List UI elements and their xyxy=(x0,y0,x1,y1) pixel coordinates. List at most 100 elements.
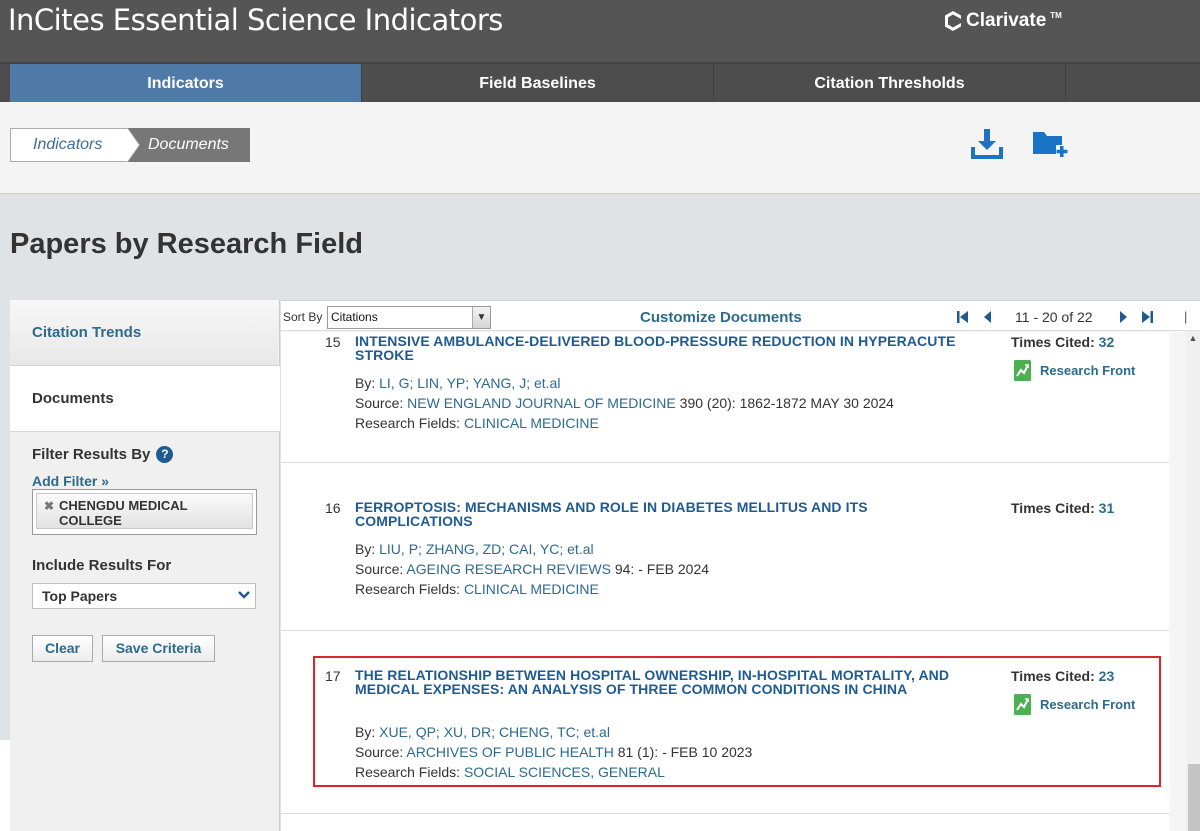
filter-results-label: Filter Results By ? xyxy=(32,446,174,463)
document-source: Source: AGEING RESEARCH REVIEWS 94: - FE… xyxy=(355,561,709,577)
clarivate-logo-icon xyxy=(945,11,961,31)
download-icon[interactable] xyxy=(968,127,1006,161)
more-authors-link[interactable]: et.al xyxy=(534,375,560,391)
document-title[interactable]: INTENSIVE AMBULANCE-DELIVERED BLOOD-PRES… xyxy=(355,334,985,362)
by-label: By: xyxy=(355,375,376,391)
previous-page-icon[interactable] xyxy=(981,309,995,325)
main-nav: Indicators Field Baselines Citation Thre… xyxy=(0,62,1200,104)
research-front-link[interactable]: Research Front xyxy=(1014,360,1135,381)
times-cited-count[interactable]: 23 xyxy=(1099,668,1115,684)
results-toolbar: Sort By Citations ▼ Customize Documents … xyxy=(281,301,1200,331)
app-title: InCites Essential Science Indicators xyxy=(8,3,503,37)
document-item: 16 FERROPTOSIS: MECHANISMS AND ROLE IN D… xyxy=(281,463,1169,631)
clear-button[interactable]: Clear xyxy=(32,635,93,662)
source-details: 81 (1): - FEB 10 2023 xyxy=(617,744,753,760)
clarivate-logo[interactable]: Clarivate TM xyxy=(944,10,1062,32)
documents-list: 15 INTENSIVE AMBULANCE-DELIVERED BLOOD-P… xyxy=(281,332,1169,831)
author-link[interactable]: CHENG, TC; xyxy=(499,724,580,740)
document-title[interactable]: THE RELATIONSHIP BETWEEN HOSPITAL OWNERS… xyxy=(355,668,985,696)
source-label: Source: xyxy=(355,744,404,760)
filter-chip-label: CHENGDU MEDICAL COLLEGE xyxy=(59,498,188,528)
more-authors-link[interactable]: et.al xyxy=(567,541,593,557)
document-number: 16 xyxy=(325,500,341,516)
left-margin-strip xyxy=(0,740,10,831)
author-link[interactable]: LI, G; xyxy=(379,375,413,391)
help-icon[interactable]: ? xyxy=(156,446,174,463)
remove-filter-icon[interactable]: ✖ xyxy=(44,499,54,514)
last-page-icon[interactable] xyxy=(1140,309,1154,325)
author-link[interactable]: XU, DR; xyxy=(444,724,495,740)
pager-range: 11 - 20 of 22 xyxy=(1015,309,1093,325)
author-link[interactable]: ZHANG, ZD; xyxy=(426,541,505,557)
document-research-fields: Research Fields: SOCIAL SCIENCES, GENERA… xyxy=(355,764,665,780)
sort-by-select[interactable]: Citations ▼ xyxy=(327,306,491,329)
filter-results-text: Filter Results By xyxy=(32,446,151,463)
times-cited-count[interactable]: 31 xyxy=(1099,500,1115,516)
journal-link[interactable]: NEW ENGLAND JOURNAL OF MEDICINE xyxy=(407,395,676,411)
research-field-link[interactable]: CLINICAL MEDICINE xyxy=(464,581,599,597)
sort-by-value: Citations xyxy=(331,310,378,324)
research-field-link[interactable]: SOCIAL SCIENCES, GENERAL xyxy=(464,764,665,780)
document-title[interactable]: FERROPTOSIS: MECHANISMS AND ROLE IN DIAB… xyxy=(355,500,985,528)
document-item: 15 INTENSIVE AMBULANCE-DELIVERED BLOOD-P… xyxy=(281,332,1169,463)
documents-link[interactable]: Documents xyxy=(10,366,280,432)
research-front-link[interactable]: Research Front xyxy=(1014,694,1135,715)
customize-documents-link[interactable]: Customize Documents xyxy=(640,309,802,326)
brand-name: Clarivate xyxy=(966,10,1047,31)
by-label: By: xyxy=(355,541,376,557)
scrollbar-thumb[interactable] xyxy=(1188,764,1200,831)
author-link[interactable]: XUE, QP; xyxy=(379,724,440,740)
author-link[interactable]: CAI, YC; xyxy=(509,541,563,557)
journal-link[interactable]: AGEING RESEARCH REVIEWS xyxy=(406,561,611,577)
scrollbar-track[interactable] xyxy=(1186,331,1200,831)
times-cited-label: Times Cited: xyxy=(1011,500,1095,516)
more-authors-link[interactable]: et.al xyxy=(583,724,609,740)
active-filters-box: ✖ CHENGDU MEDICAL COLLEGE xyxy=(32,489,257,535)
author-link[interactable]: LIN, YP; xyxy=(417,375,469,391)
breadcrumb-indicators[interactable]: Indicators xyxy=(10,128,140,162)
save-criteria-button[interactable]: Save Criteria xyxy=(102,635,215,662)
source-details: 390 (20): 1862-1872 MAY 30 2024 xyxy=(679,395,894,411)
add-to-folder-icon[interactable] xyxy=(1030,127,1068,161)
research-front-label: Research Front xyxy=(1040,363,1136,378)
left-panel: Citation Trends Documents Filter Results… xyxy=(10,300,280,831)
tab-citation-thresholds[interactable]: Citation Thresholds xyxy=(714,64,1066,104)
include-results-value: Top Papers xyxy=(42,588,118,604)
breadcrumb: Indicators Documents xyxy=(10,128,250,164)
author-link[interactable]: YANG, J; xyxy=(473,375,530,391)
include-results-label: Include Results For xyxy=(32,557,172,574)
times-cited-label: Times Cited: xyxy=(1011,668,1095,684)
document-authors: By: LI, G; LIN, YP; YANG, J; et.al xyxy=(355,375,560,391)
include-results-select[interactable]: Top Papers xyxy=(32,583,256,609)
citation-trends-link[interactable]: Citation Trends xyxy=(10,300,278,366)
tab-field-baselines[interactable]: Field Baselines xyxy=(362,64,714,104)
journal-link[interactable]: ARCHIVES OF PUBLIC HEALTH xyxy=(406,744,613,760)
source-label: Source: xyxy=(355,395,404,411)
times-cited: Times Cited: 23 xyxy=(1011,668,1114,684)
research-fields-label: Research Fields: xyxy=(355,581,461,597)
research-front-label: Research Front xyxy=(1040,697,1136,712)
filter-chip[interactable]: ✖ CHENGDU MEDICAL COLLEGE xyxy=(36,493,253,529)
research-field-link[interactable]: CLINICAL MEDICINE xyxy=(464,415,599,431)
add-filter-link[interactable]: Add Filter » xyxy=(32,473,109,489)
chevron-down-icon xyxy=(234,585,254,607)
app-header: InCites Essential Science Indicators Cla… xyxy=(0,0,1200,62)
document-research-fields: Research Fields: CLINICAL MEDICINE xyxy=(355,415,599,431)
author-link[interactable]: LIU, P; xyxy=(379,541,422,557)
results-panel: Sort By Citations ▼ Customize Documents … xyxy=(281,300,1200,831)
sort-by-label: Sort By xyxy=(283,310,323,324)
research-fields-label: Research Fields: xyxy=(355,764,461,780)
page-title: Papers by Research Field xyxy=(10,228,363,260)
document-number: 15 xyxy=(325,334,341,350)
tab-indicators[interactable]: Indicators xyxy=(10,64,362,104)
times-cited: Times Cited: 31 xyxy=(1011,500,1114,516)
document-source: Source: ARCHIVES OF PUBLIC HEALTH 81 (1)… xyxy=(355,744,752,760)
first-page-icon[interactable] xyxy=(956,309,970,325)
next-page-icon[interactable] xyxy=(1116,309,1130,325)
document-authors: By: LIU, P; ZHANG, ZD; CAI, YC; et.al xyxy=(355,541,594,557)
document-source: Source: NEW ENGLAND JOURNAL OF MEDICINE … xyxy=(355,395,894,411)
document-item: 17 THE RELATIONSHIP BETWEEN HOSPITAL OWN… xyxy=(281,631,1169,814)
scroll-up-icon[interactable]: ▲ xyxy=(1186,333,1200,347)
times-cited: Times Cited: 32 xyxy=(1011,334,1114,350)
times-cited-count[interactable]: 32 xyxy=(1099,334,1115,350)
